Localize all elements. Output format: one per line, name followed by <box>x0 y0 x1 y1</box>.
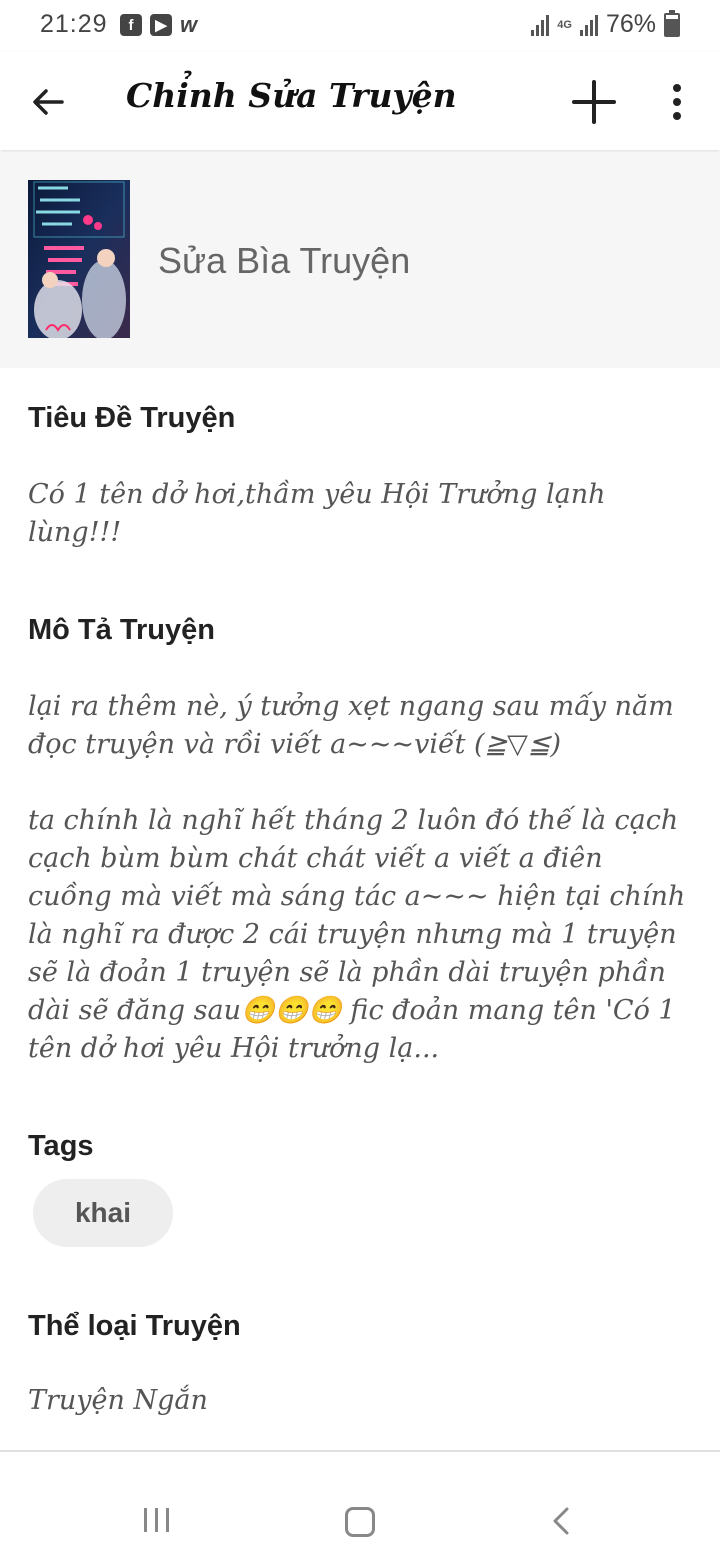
battery-icon <box>664 9 680 37</box>
facebook-icon: f <box>120 14 142 36</box>
genre-heading: Thể loại Truyện <box>28 1310 241 1342</box>
genre-field[interactable]: Truyện Ngắn <box>28 1382 692 1420</box>
tags-heading: Tags <box>28 1130 94 1162</box>
status-bar: 21:29 f ▶ w 4G 76% <box>0 0 720 52</box>
add-icon[interactable] <box>572 80 616 124</box>
edit-cover-label: Sửa Bìa Truyện <box>158 240 411 281</box>
description-paragraph-1: lại ra thêm nè, ý tưởng xẹt ngang sau mấ… <box>28 691 674 760</box>
wattpad-icon: w <box>180 12 198 37</box>
story-title-field[interactable]: Có 1 tên dở hơi,thầm yêu Hội Trưởng lạnh… <box>28 476 692 552</box>
app-bar: Chỉnh Sửa Truyện <box>0 52 720 150</box>
description-paragraph-2: ta chính là nghĩ hết tháng 2 luôn đó thế… <box>28 805 686 1064</box>
page-title: Chỉnh Sửa Truyện <box>126 76 457 115</box>
signal-icon-2 <box>579 14 598 36</box>
status-time: 21:29 <box>40 10 108 38</box>
home-icon[interactable] <box>345 1507 375 1537</box>
network-type: 4G <box>557 18 572 31</box>
nav-back-icon[interactable] <box>552 1507 570 1535</box>
battery-percent: 76% <box>605 10 656 38</box>
story-title-heading: Tiêu Đề Truyện <box>28 402 236 434</box>
recent-apps-icon[interactable] <box>144 1508 169 1532</box>
system-nav-bar <box>0 1452 720 1560</box>
status-right: 4G 76% <box>531 9 680 39</box>
edit-cover-row[interactable]: Sửa Bìa Truyện <box>0 152 720 368</box>
back-arrow-icon[interactable] <box>30 84 66 120</box>
signal-icon <box>531 14 550 36</box>
story-cover-image <box>28 180 130 338</box>
tag-chip[interactable]: khai <box>33 1179 173 1247</box>
story-description-field[interactable]: lại ra thêm nè, ý tưởng xẹt ngang sau mấ… <box>28 688 692 1068</box>
youtube-icon: ▶ <box>150 14 172 36</box>
notification-icons: f ▶ w <box>120 12 198 37</box>
more-options-icon[interactable] <box>666 80 688 124</box>
story-description-heading: Mô Tả Truyện <box>28 614 215 646</box>
